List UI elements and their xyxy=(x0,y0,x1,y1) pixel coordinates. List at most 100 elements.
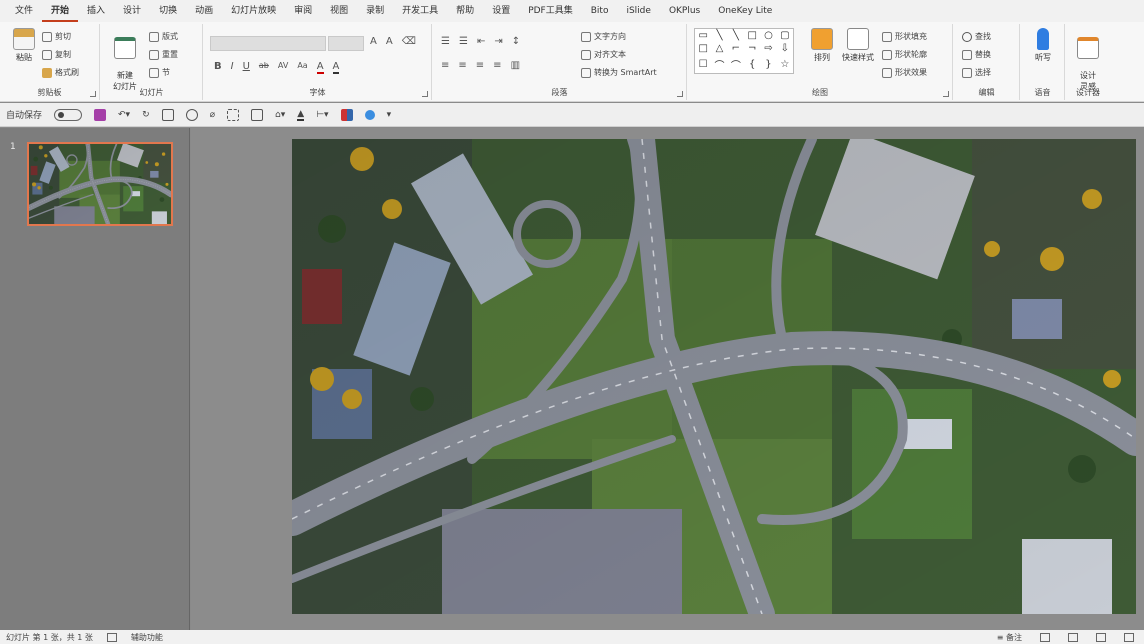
elbow-connector-icon[interactable]: ¬ xyxy=(748,43,756,54)
quick-styles-button[interactable]: 快速样式 xyxy=(838,28,878,63)
bold-button[interactable]: B xyxy=(214,61,222,74)
shapes-quick-icon[interactable] xyxy=(185,108,198,121)
reset-button[interactable]: 重置 xyxy=(149,48,178,62)
fill-color-icon[interactable]: ▲ xyxy=(297,109,305,121)
crop-icon[interactable] xyxy=(251,108,264,121)
autosave-toggle[interactable] xyxy=(54,108,83,121)
star-shape-icon[interactable]: ☆ xyxy=(780,59,789,70)
menu-tab[interactable]: OneKey Lite xyxy=(709,0,781,22)
redo-icon[interactable]: ↻ xyxy=(142,110,150,120)
justify-icon[interactable]: ≡ xyxy=(493,60,501,71)
rounded-rect-icon[interactable]: ▢ xyxy=(780,30,789,41)
strikethrough-button[interactable]: ab xyxy=(259,61,269,74)
increase-font-icon[interactable]: A xyxy=(370,36,377,47)
menu-tab[interactable]: 切换 xyxy=(150,0,186,22)
elbow-connector-icon[interactable]: ⌐ xyxy=(732,43,740,54)
shape-fill-button[interactable]: 形状填充 xyxy=(882,30,927,44)
decrease-indent-icon[interactable]: ⇤ xyxy=(477,36,485,47)
menu-tab[interactable]: 视图 xyxy=(321,0,357,22)
spellcheck-icon[interactable] xyxy=(106,632,117,642)
decrease-font-icon[interactable]: A xyxy=(386,36,393,47)
freeform-shape-icon[interactable]: ☐ xyxy=(699,59,708,70)
font-size-select[interactable] xyxy=(328,36,364,51)
font-color-icon[interactable]: A xyxy=(316,61,324,74)
shape-effects-button[interactable]: 形状效果 xyxy=(882,66,927,80)
eraser-icon[interactable]: ⌀ xyxy=(210,110,215,120)
text-direction-button[interactable]: 文字方向 xyxy=(581,30,626,44)
columns-icon[interactable]: ▥ xyxy=(511,60,520,71)
line-spacing-icon[interactable]: ↕ xyxy=(512,36,520,47)
replace-button[interactable]: 替换 xyxy=(962,48,991,62)
textbox-shape-icon[interactable]: ▭ xyxy=(698,30,707,41)
layout-button[interactable]: 版式 xyxy=(149,30,178,44)
drawing-launcher[interactable] xyxy=(943,91,949,97)
curve-shape-icon[interactable]: ⌒ xyxy=(731,57,741,72)
paragraph-launcher[interactable] xyxy=(677,91,683,97)
accessibility-label[interactable]: 辅助功能 xyxy=(131,632,163,643)
bullets-icon[interactable]: ☰ xyxy=(441,36,450,47)
format-painter-button[interactable]: 格式刷 xyxy=(42,66,79,80)
rect-shape-icon[interactable]: □ xyxy=(698,43,707,54)
copy-button[interactable]: 复制 xyxy=(42,48,71,62)
arrange-button[interactable]: 排列 xyxy=(802,28,842,63)
curve-shape-icon[interactable]: ⌒ xyxy=(714,57,724,72)
menu-tab[interactable]: iSlide xyxy=(617,0,659,22)
menu-tab[interactable]: 动画 xyxy=(186,0,222,22)
design-ideas-button[interactable]: 设计 灵感 xyxy=(1068,28,1108,92)
align-right-icon[interactable]: ≡ xyxy=(476,60,484,71)
undo-icon[interactable]: ↶▾ xyxy=(118,110,130,120)
line-color-icon[interactable]: ⊢▾ xyxy=(316,110,328,120)
menu-tab[interactable]: OKPlus xyxy=(660,0,709,22)
menu-tab[interactable]: 文件 xyxy=(6,0,42,22)
cut-button[interactable]: 剪切 xyxy=(42,30,71,44)
slide-thumbnail[interactable] xyxy=(27,142,173,226)
slideshow-icon[interactable] xyxy=(1124,632,1134,642)
menu-tab[interactable]: 开始 xyxy=(42,0,79,22)
menu-tab[interactable]: 设计 xyxy=(114,0,150,22)
highlight-icon[interactable]: A xyxy=(332,61,340,74)
paste-button[interactable]: 粘贴 xyxy=(4,28,44,63)
select-button[interactable]: 选择 xyxy=(962,66,991,80)
triangle-shape-icon[interactable]: △ xyxy=(716,43,724,54)
aerial-highway-image[interactable] xyxy=(292,139,1136,614)
reading-view-icon[interactable] xyxy=(1096,632,1106,642)
line-shape-icon[interactable]: ╲ xyxy=(716,30,722,41)
change-case-button[interactable]: Aa xyxy=(297,61,307,74)
increase-indent-icon[interactable]: ⇥ xyxy=(494,36,502,47)
font-family-select[interactable] xyxy=(210,36,326,51)
shape-fill-quick-icon[interactable] xyxy=(161,108,174,121)
menu-tab[interactable]: 帮助 xyxy=(447,0,483,22)
normal-view-icon[interactable] xyxy=(1040,632,1050,642)
underline-button[interactable]: U xyxy=(243,61,250,74)
menu-tab[interactable]: PDF工具集 xyxy=(519,0,582,22)
format-icon[interactable]: ⌂▾ xyxy=(275,110,285,120)
font-launcher[interactable] xyxy=(422,91,428,97)
brace-shape-icon[interactable]: { xyxy=(749,59,755,70)
menu-tab[interactable]: 插入 xyxy=(78,0,114,22)
italic-button[interactable]: I xyxy=(231,61,234,74)
menu-tab[interactable]: 审阅 xyxy=(285,0,321,22)
arrow-shape-icon[interactable]: ⇨ xyxy=(764,43,772,54)
oval-shape-icon[interactable]: ○ xyxy=(764,30,773,41)
align-center-icon[interactable]: ≡ xyxy=(458,60,466,71)
arrow-shape-icon[interactable]: ⇩ xyxy=(781,43,789,54)
find-button[interactable]: 查找 xyxy=(962,30,991,44)
char-spacing-button[interactable]: AV xyxy=(278,61,288,74)
menu-tab[interactable]: 开发工具 xyxy=(393,0,447,22)
align-left-icon[interactable]: ≡ xyxy=(441,60,449,71)
more-icon[interactable]: ▾ xyxy=(387,110,392,120)
new-slide-button[interactable]: 新建 幻灯片 xyxy=(105,28,145,92)
menu-tab[interactable]: 设置 xyxy=(483,0,519,22)
group-icon[interactable] xyxy=(227,108,240,121)
sorter-view-icon[interactable] xyxy=(1068,632,1078,642)
smartart-button[interactable]: 转换为 SmartArt xyxy=(581,66,657,80)
menu-tab[interactable]: 录制 xyxy=(357,0,393,22)
circle-icon[interactable] xyxy=(364,109,375,120)
menu-tab[interactable]: 幻灯片放映 xyxy=(222,0,285,22)
numbering-icon[interactable]: ☰ xyxy=(459,36,468,47)
section-button[interactable]: 节 xyxy=(149,66,170,80)
color-swatch-icon[interactable] xyxy=(340,108,353,121)
slide-canvas[interactable] xyxy=(292,139,1136,614)
dictate-button[interactable]: 听写 xyxy=(1023,28,1063,63)
shape-outline-button[interactable]: 形状轮廓 xyxy=(882,48,927,62)
